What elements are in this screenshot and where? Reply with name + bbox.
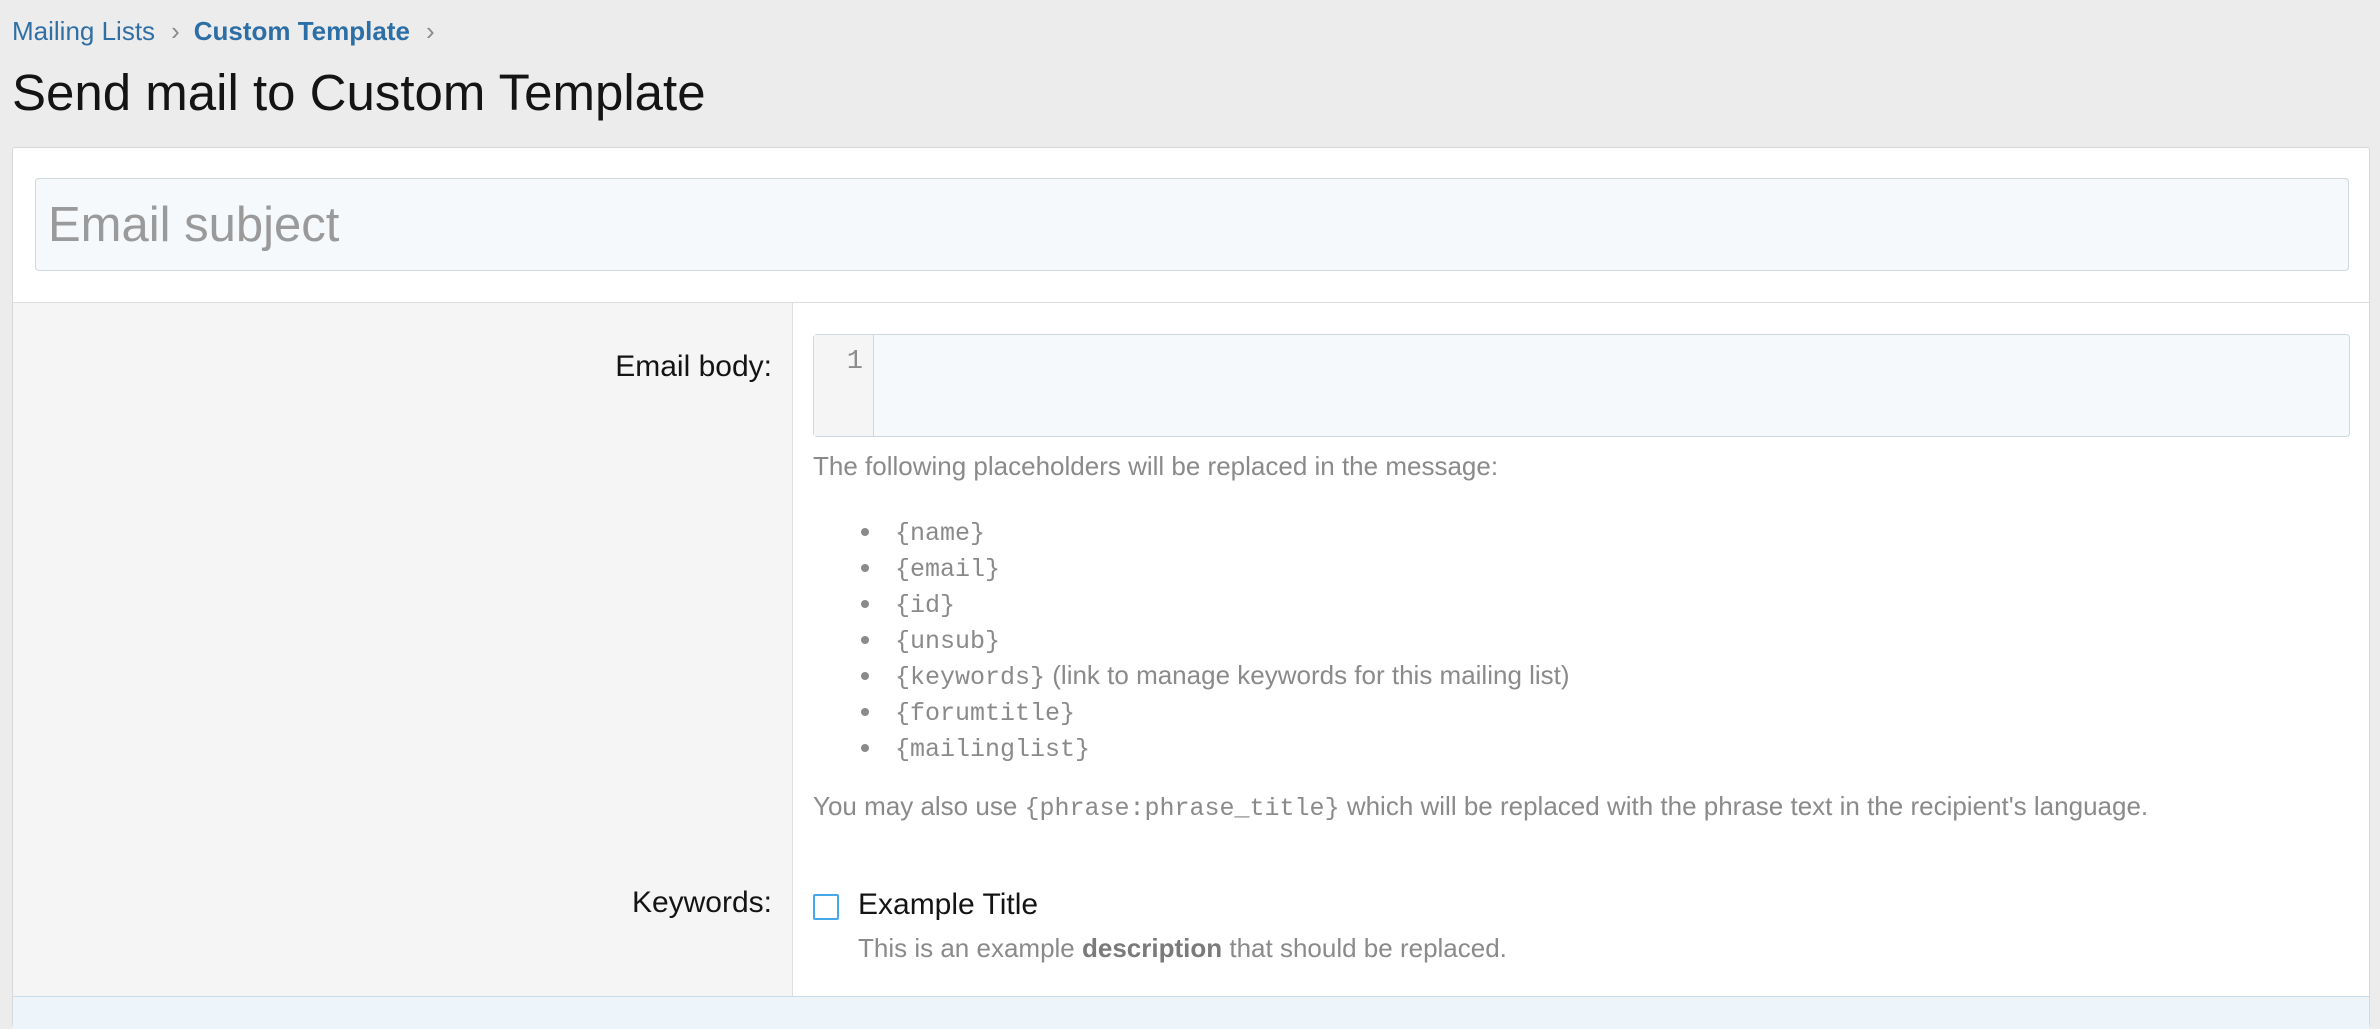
phrase-note-after: which will be replaced with the phrase t…: [1346, 791, 2149, 821]
placeholder-code: {forumtitle}: [895, 699, 1076, 728]
keyword-title[interactable]: Example Title: [858, 888, 1038, 922]
list-item: {name}: [813, 513, 1570, 549]
placeholder-code: {keywords}: [895, 663, 1046, 692]
bullet-icon: [861, 636, 869, 644]
list-item: {keywords} (link to manage keywords for …: [813, 657, 1570, 693]
placeholder-code: {mailinglist}: [895, 735, 1091, 764]
placeholder-code: {email}: [895, 555, 1001, 584]
breadcrumb: Mailing Lists › Custom Template ›: [12, 14, 449, 48]
form-rows: Email body: Keywords: 1 The following pl…: [13, 303, 2369, 1003]
email-body-editor[interactable]: 1: [813, 334, 2350, 437]
list-item: {mailinglist}: [813, 729, 1570, 765]
bullet-icon: [861, 672, 869, 680]
breadcrumb-mailing-lists-link[interactable]: Mailing Lists: [12, 16, 155, 47]
bullet-icon: [861, 528, 869, 536]
placeholders-intro: The following placeholders will be repla…: [813, 451, 1499, 481]
email-body-textarea[interactable]: [874, 335, 2349, 436]
list-item: {unsub}: [813, 621, 1570, 657]
placeholder-code: {name}: [895, 519, 986, 548]
page-title: Send mail to Custom Template: [12, 64, 706, 121]
breadcrumb-custom-template-link[interactable]: Custom Template: [194, 16, 410, 47]
keyword-checkbox[interactable]: [813, 894, 839, 920]
editor-line-gutter: 1: [814, 335, 874, 436]
keywords-label: Keywords:: [631, 886, 772, 919]
placeholder-note: (link to manage keywords for this mailin…: [1052, 660, 1570, 690]
chevron-right-icon: ›: [425, 15, 435, 46]
placeholder-list: {name} {email} {id} {unsub} {keywords} (…: [813, 513, 1570, 765]
keyword-description-after: that should be replaced.: [1229, 933, 1507, 963]
line-number: 1: [846, 347, 863, 377]
form-submit-row: [13, 996, 2369, 1029]
send-mail-form: Email body: Keywords: 1 The following pl…: [12, 147, 2370, 1029]
placeholder-code: {id}: [895, 591, 956, 620]
phrase-note-before: You may also use: [813, 791, 1018, 821]
list-item: {email}: [813, 549, 1570, 585]
email-body-label: Email body:: [615, 350, 772, 383]
label-column: Email body: Keywords:: [13, 303, 793, 1003]
chevron-right-icon: ›: [171, 15, 180, 46]
bullet-icon: [861, 708, 869, 716]
keyword-description: This is an example description that shou…: [858, 933, 1507, 964]
bullet-icon: [861, 744, 869, 752]
phrase-note: You may also use {phrase:phrase_title} w…: [813, 791, 2148, 823]
placeholder-code: {unsub}: [895, 627, 1001, 656]
keyword-description-before: This is an example: [858, 933, 1075, 963]
list-item: {id}: [813, 585, 1570, 621]
keyword-description-bold: description: [1082, 933, 1223, 963]
phrase-code: {phrase:phrase_title}: [1024, 794, 1340, 823]
bullet-icon: [861, 564, 869, 572]
bullet-icon: [861, 600, 869, 608]
subject-row: [13, 148, 2369, 303]
email-subject-input[interactable]: [35, 178, 2349, 271]
list-item: {forumtitle}: [813, 693, 1570, 729]
